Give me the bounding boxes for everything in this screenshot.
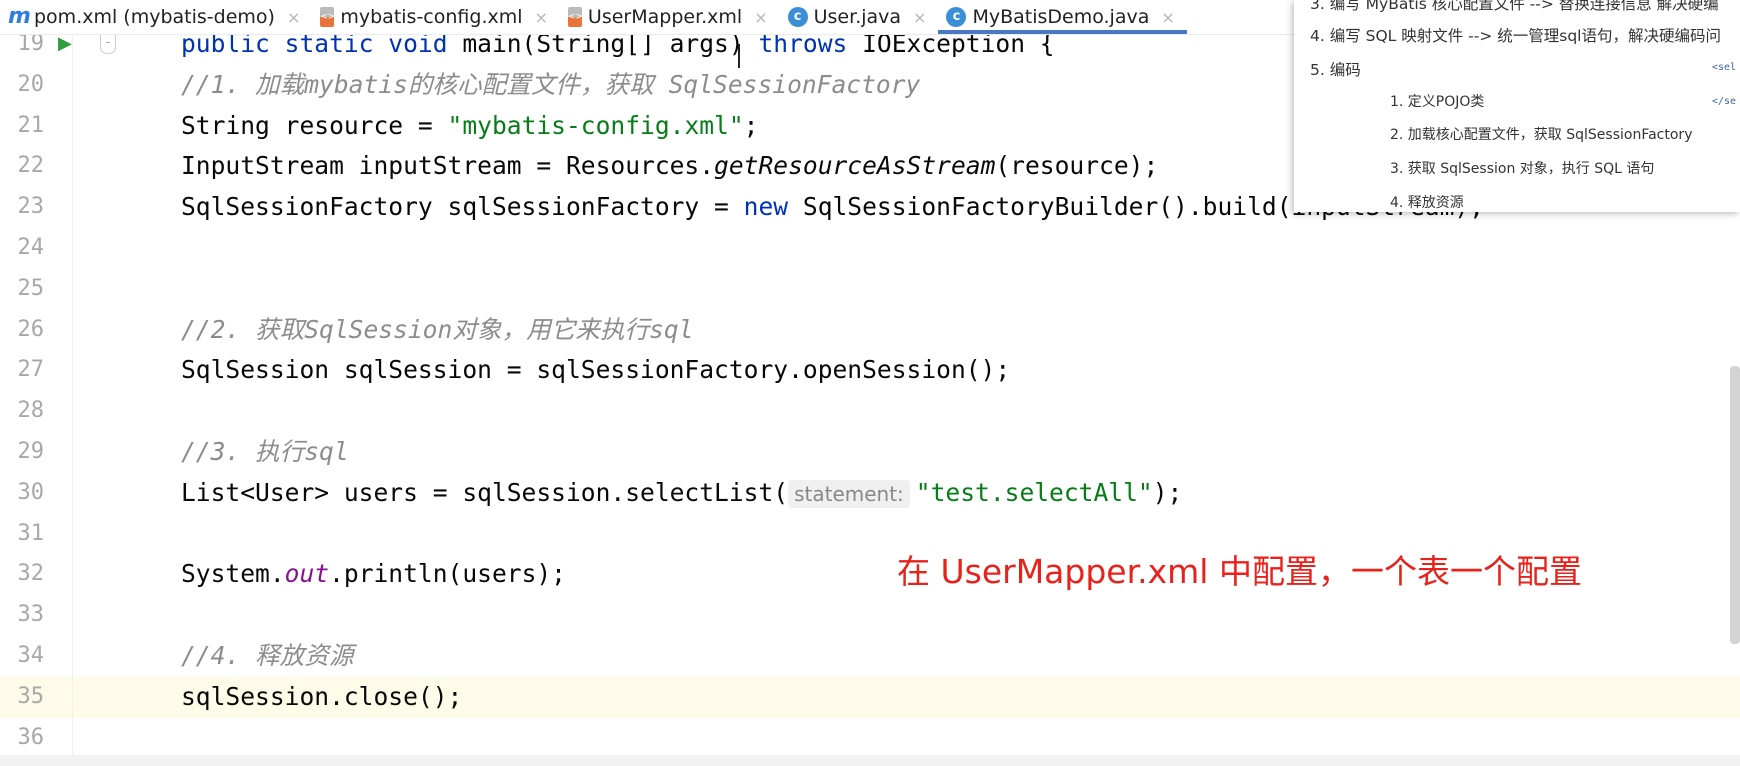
- code-token: InputStream inputStream = Resources.: [181, 151, 715, 181]
- code-line[interactable]: 24: [0, 228, 1740, 269]
- notes-item: 4. 编写 SQL 映射文件 --> 统一管理sql语句，解决硬编码问: [1310, 27, 1721, 45]
- code-line[interactable]: 26 //2. 获取SqlSession对象，用它来执行sql: [0, 310, 1740, 351]
- notes-subitem: 2. 加载核心配置文件，获取 SqlSessionFactory: [1390, 127, 1693, 143]
- line-number: 30: [17, 479, 45, 505]
- line-number: 28: [17, 398, 45, 424]
- notes-subitem: 3. 获取 SqlSession 对象，执行 SQL 语句: [1390, 161, 1655, 177]
- parameter-hint: statement:: [788, 479, 910, 508]
- line-number: 22: [17, 153, 45, 179]
- line-number: 25: [17, 275, 45, 301]
- code-line[interactable]: 27 SqlSession sqlSession = sqlSessionFact…: [0, 350, 1740, 391]
- tab-label: pom.xml (mybatis-demo): [34, 6, 275, 28]
- close-tab-icon[interactable]: ×: [754, 8, 767, 27]
- line-number: 29: [17, 439, 45, 464]
- code-text: String resource = "mybatis-config.xml";: [181, 106, 758, 147]
- code-line[interactable]: 34 //4. 释放资源: [0, 636, 1740, 677]
- code-token: //1. 加载mybatis的核心配置文件，获取 SqlSessionFacto…: [181, 69, 921, 99]
- line-number: 26: [17, 316, 45, 342]
- code-text: //2. 获取SqlSession对象，用它来执行sql: [181, 310, 693, 351]
- tab-mybatis-config-xml[interactable]: <> mybatis-config.xml ×: [312, 0, 560, 34]
- code-token: sqlSession.close();: [181, 681, 463, 711]
- code-token: .println(users);: [329, 559, 566, 589]
- code-token: "test.selectAll": [915, 477, 1153, 507]
- line-number: 23: [17, 194, 45, 220]
- code-text: //4. 释放资源: [181, 636, 353, 677]
- code-text: //3. 执行sql: [181, 432, 349, 473]
- notes-subitem: 4. 释放资源: [1390, 195, 1464, 211]
- code-text: //1. 加载mybatis的核心配置文件，获取 SqlSessionFacto…: [181, 65, 920, 106]
- notes-item: 3. 编写 MyBatis 核心配置文件 --> 替换连接信息 解决硬编: [1310, 0, 1719, 13]
- code-token: String resource =: [181, 110, 448, 140]
- tab-label: mybatis-config.xml: [340, 6, 523, 28]
- java-class-icon: c: [787, 7, 808, 27]
- code-snippet-thumbnail: <sel: [1712, 62, 1737, 73]
- line-number: 21: [17, 112, 45, 138]
- tab-user-java[interactable]: c User.java ×: [780, 0, 939, 34]
- gutter-divider: [72, 24, 73, 766]
- code-token: //2. 获取SqlSession对象，用它来执行sql: [181, 314, 694, 344]
- close-tab-icon[interactable]: ×: [913, 8, 926, 27]
- code-text: List<User> users = sqlSession.selectList…: [181, 473, 1182, 515]
- tab-mybatisdemo-java[interactable]: c MyBatisDemo.java ×: [938, 0, 1188, 34]
- code-snippet-thumbnail: </se: [1712, 96, 1737, 107]
- notes-subitem: 1. 定义POJO类: [1390, 94, 1485, 110]
- line-number: 34: [17, 643, 45, 668]
- maven-icon: m: [8, 4, 31, 29]
- tab-label: UserMapper.xml: [587, 6, 743, 28]
- line-number: 32: [17, 561, 45, 587]
- close-tab-icon[interactable]: ×: [287, 8, 300, 27]
- line-number: 20: [17, 71, 45, 97]
- code-token: );: [1152, 477, 1183, 507]
- code-text: System.out.println(users);: [181, 554, 566, 595]
- code-line[interactable]: 28: [0, 391, 1740, 432]
- code-token: "mybatis-config.xml": [447, 110, 744, 140]
- code-token: SqlSession sqlSession = sqlSessionFactor…: [181, 355, 1011, 385]
- xml-file-icon: <>: [567, 7, 583, 27]
- close-tab-icon[interactable]: ×: [1161, 8, 1174, 27]
- fold-icon[interactable]: -: [100, 34, 116, 54]
- line-number: 36: [17, 724, 45, 750]
- xml-file-icon: <>: [320, 7, 335, 27]
- code-line[interactable]: 25: [0, 269, 1740, 310]
- tab-pom-xml-mybatis-demo[interactable]: m pom.xml (mybatis-demo) ×: [0, 0, 312, 34]
- code-line[interactable]: 33: [0, 595, 1740, 636]
- line-number: 24: [17, 235, 45, 260]
- tab-label: User.java: [813, 6, 902, 28]
- text-cursor: [738, 44, 740, 68]
- code-text: SqlSessionFactory sqlSessionFactory = ne…: [181, 187, 1484, 228]
- bottom-bar: [0, 755, 1740, 766]
- code-token: new: [743, 192, 803, 222]
- code-token: //3. 执行sql: [181, 437, 349, 466]
- notes-overlay: 3. 编写 MyBatis 核心配置文件 --> 替换连接信息 解决硬编 4. …: [1294, 0, 1740, 212]
- code-line[interactable]: 35 sqlSession.close();: [0, 676, 1740, 718]
- code-line[interactable]: 36: [0, 718, 1740, 759]
- code-token: getResourceAsStream: [714, 151, 996, 181]
- close-tab-icon[interactable]: ×: [535, 8, 548, 27]
- code-token: System.: [181, 559, 285, 589]
- tab-label: MyBatisDemo.java: [972, 6, 1150, 28]
- line-number: 33: [17, 602, 45, 628]
- code-token: //4. 释放资源: [181, 641, 354, 670]
- tab-usermapper-xml[interactable]: <> UserMapper.xml ×: [560, 0, 780, 34]
- line-number: 27: [17, 357, 45, 383]
- code-token: (resource);: [995, 151, 1159, 181]
- code-text: sqlSession.close();: [181, 677, 462, 718]
- code-text: InputStream inputStream = Resources.getR…: [181, 146, 1158, 187]
- code-token: ;: [743, 110, 759, 140]
- code-line[interactable]: 29 //3. 执行sql: [0, 432, 1740, 473]
- notes-item: 5. 编码: [1310, 61, 1361, 79]
- java-runnable-class-icon: c: [946, 7, 967, 27]
- code-token: SqlSessionFactory sqlSessionFactory =: [181, 192, 744, 222]
- line-number: 35: [17, 683, 45, 709]
- vertical-scrollbar[interactable]: [1730, 366, 1740, 644]
- line-number: 31: [17, 520, 45, 546]
- annotation-text: 在 UserMapper.xml 中配置，一个表一个配置: [897, 552, 1582, 591]
- code-token: out: [284, 559, 330, 589]
- code-text: SqlSession sqlSession = sqlSessionFactor…: [181, 350, 1010, 391]
- code-token: List<User> users = sqlSession.selectList…: [181, 477, 789, 507]
- code-line[interactable]: 30 List<User> users = sqlSession.selectLi…: [0, 473, 1740, 514]
